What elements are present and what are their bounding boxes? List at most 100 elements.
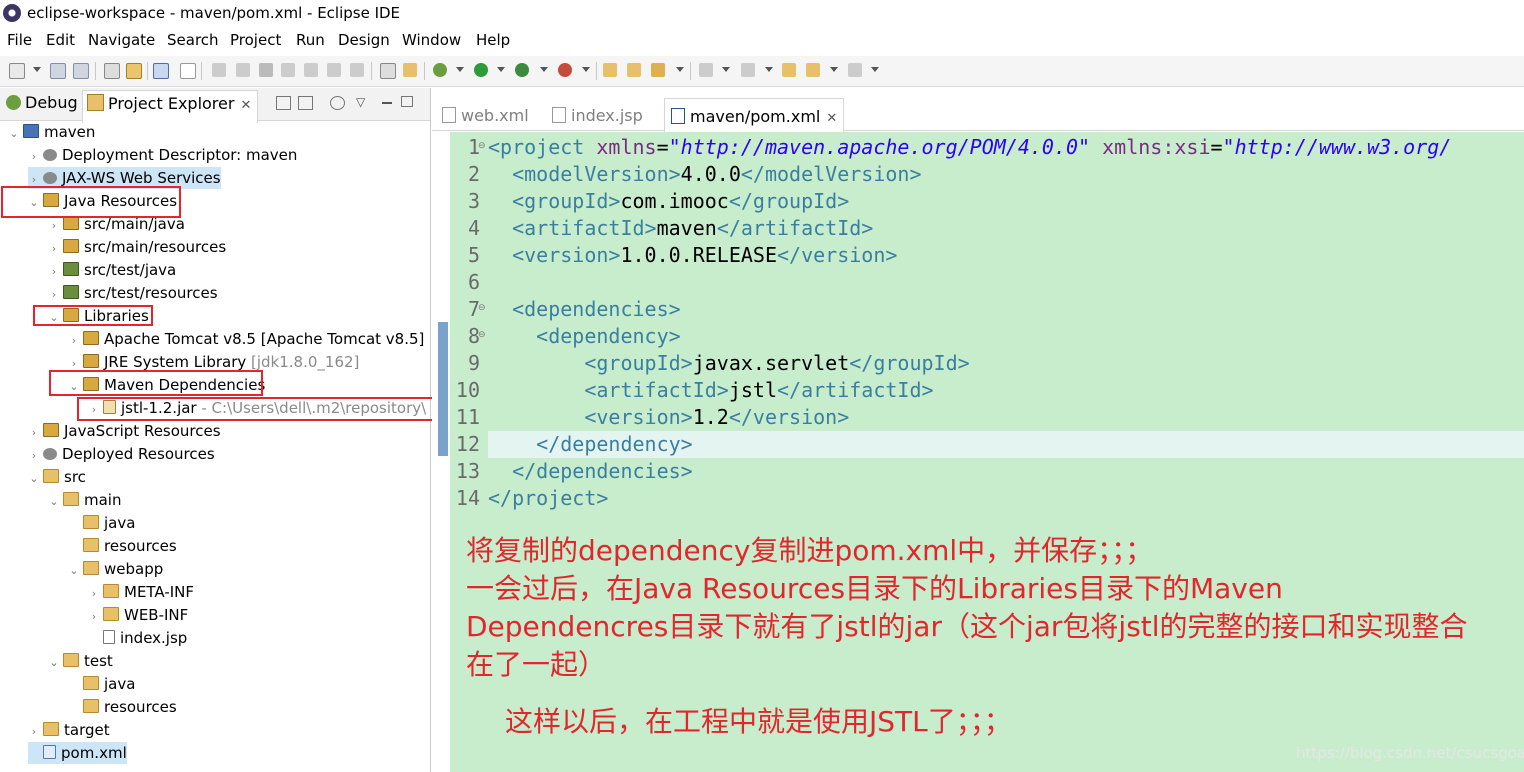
chevron-down-icon[interactable]: ⌄ xyxy=(8,123,20,145)
terminate-icon[interactable] xyxy=(259,63,273,77)
tree-item-src[interactable]: ⌄ src xyxy=(28,466,86,488)
chevron-down-icon[interactable]: ⌄ xyxy=(48,491,60,513)
chevron-right-icon[interactable]: › xyxy=(28,422,40,444)
menu-project[interactable]: Project xyxy=(230,31,281,49)
tree-item-src-main-resources[interactable]: › src/main/resources xyxy=(48,236,226,258)
external-tools-icon[interactable] xyxy=(558,63,572,77)
new-dropdown-icon[interactable] xyxy=(33,67,41,72)
menu-navigate[interactable]: Navigate xyxy=(88,31,155,49)
run-dropdown-icon[interactable] xyxy=(497,67,505,72)
tree-item-target[interactable]: › target xyxy=(28,719,110,741)
tree-item-maven[interactable]: ⌄ maven xyxy=(8,121,95,143)
chevron-right-icon[interactable]: › xyxy=(28,721,40,743)
tab-index-jsp[interactable]: index.jsp xyxy=(552,106,643,125)
new-icon[interactable] xyxy=(9,63,25,79)
collapse-all-icon[interactable] xyxy=(276,96,291,110)
chevron-down-icon[interactable]: ⌄ xyxy=(48,652,60,674)
back-dropdown-icon[interactable] xyxy=(830,67,838,72)
save-icon[interactable] xyxy=(50,63,66,79)
next-annotation-dropdown-icon[interactable] xyxy=(765,67,773,72)
disconnect-icon[interactable] xyxy=(281,63,295,77)
chevron-right-icon[interactable]: › xyxy=(88,606,100,628)
server-icon[interactable] xyxy=(403,63,417,77)
tree-item-test-java[interactable]: java xyxy=(68,673,135,695)
chevron-right-icon[interactable]: › xyxy=(28,445,40,467)
tree-item-tomcat[interactable]: › Apache Tomcat v8.5 [Apache Tomcat v8.5] xyxy=(68,328,425,352)
menu-edit[interactable]: Edit xyxy=(46,31,75,49)
save-all-icon[interactable] xyxy=(73,63,89,79)
menu-search[interactable]: Search xyxy=(167,31,219,49)
annotation-dropdown-icon[interactable] xyxy=(722,67,730,72)
new-folder-icon[interactable] xyxy=(603,63,617,77)
tree-item-main[interactable]: ⌄ main xyxy=(48,489,121,511)
use-step-filters-icon[interactable] xyxy=(380,63,396,79)
last-edit-icon[interactable] xyxy=(782,63,796,77)
skip-breakpoints-icon[interactable] xyxy=(180,63,196,79)
close-icon[interactable]: ✕ xyxy=(826,111,837,126)
coverage-dropdown-icon[interactable] xyxy=(540,67,548,72)
tree-item-deployment-descriptor[interactable]: › Deployment Descriptor: maven xyxy=(28,144,298,168)
chevron-right-icon[interactable]: › xyxy=(88,583,100,605)
chevron-right-icon[interactable]: › xyxy=(48,284,60,306)
tree-item-resources[interactable]: resources xyxy=(68,535,177,557)
resume-icon[interactable] xyxy=(212,63,226,77)
menu-file[interactable]: File xyxy=(7,31,32,49)
tree-item-src-test-java[interactable]: › src/test/java xyxy=(48,259,176,281)
next-annotation-icon[interactable] xyxy=(741,63,755,77)
menu-design[interactable]: Design xyxy=(338,31,390,49)
chevron-right-icon[interactable]: › xyxy=(48,261,60,283)
maximize-icon[interactable] xyxy=(401,96,413,107)
chevron-right-icon[interactable]: › xyxy=(68,330,80,352)
tree-item-webapp[interactable]: ⌄ webapp xyxy=(68,558,163,580)
menu-help[interactable]: Help xyxy=(476,31,510,49)
step-into-icon[interactable] xyxy=(304,63,318,77)
debug-dropdown-icon[interactable] xyxy=(456,67,464,72)
run-icon[interactable] xyxy=(474,63,488,77)
tree-item-test-resources[interactable]: resources xyxy=(68,696,177,718)
fold-icon[interactable]: ⊖ xyxy=(478,303,486,313)
tab-pom-xml[interactable]: maven/pom.xml ✕ xyxy=(664,98,845,134)
console-icon[interactable] xyxy=(153,63,169,79)
debug-icon[interactable] xyxy=(433,63,447,77)
step-return-icon[interactable] xyxy=(350,63,364,77)
chevron-right-icon[interactable]: › xyxy=(48,238,60,260)
chevron-down-icon[interactable]: ⌄ xyxy=(28,468,40,490)
tree-item-test[interactable]: ⌄ test xyxy=(48,650,112,674)
tab-debug[interactable]: Debug xyxy=(6,93,78,112)
tree-item-src-test-resources[interactable]: › src/test/resources xyxy=(48,282,218,304)
chevron-right-icon[interactable]: › xyxy=(48,215,60,237)
open-resource-icon[interactable] xyxy=(126,63,142,79)
suspend-icon[interactable] xyxy=(236,63,250,77)
tab-web-xml[interactable]: web.xml xyxy=(442,106,529,125)
link-with-editor-icon[interactable] xyxy=(298,96,313,110)
open-folder-icon[interactable] xyxy=(627,63,641,77)
menu-window[interactable]: Window xyxy=(402,31,461,49)
tree-item-pom-xml[interactable]: pom.xml xyxy=(28,742,127,764)
back-icon[interactable] xyxy=(806,63,820,77)
minimize-icon[interactable] xyxy=(382,102,392,104)
tree-item-java[interactable]: java xyxy=(68,512,135,534)
external-tools-dropdown-icon[interactable] xyxy=(582,67,590,72)
chevron-right-icon[interactable]: › xyxy=(28,146,40,168)
tree-item-javascript-resources[interactable]: › JavaScript Resources xyxy=(28,420,221,442)
filter-icon[interactable] xyxy=(330,96,345,110)
tree-item-meta-inf[interactable]: › META-INF xyxy=(88,581,194,603)
wand-icon[interactable] xyxy=(651,63,665,77)
close-icon[interactable]: ✕ xyxy=(240,98,251,113)
tree-item-index-jsp[interactable]: index.jsp xyxy=(88,627,187,649)
tree-item-deployed-resources[interactable]: › Deployed Resources xyxy=(28,443,215,465)
fold-icon[interactable]: ⊖ xyxy=(478,330,486,340)
menu-run[interactable]: Run xyxy=(296,31,325,49)
tab-project-explorer[interactable]: Project Explorer ✕ xyxy=(82,90,259,123)
view-menu-icon[interactable]: ▽ xyxy=(356,95,365,109)
forward-dropdown-icon[interactable] xyxy=(871,67,879,72)
coverage-icon[interactable] xyxy=(515,63,529,77)
open-type-icon[interactable] xyxy=(104,63,120,79)
wand-dropdown-icon[interactable] xyxy=(676,67,684,72)
fold-icon[interactable]: ⊖ xyxy=(478,141,486,151)
annotation-icon[interactable] xyxy=(699,63,713,77)
tree-item-web-inf[interactable]: › WEB-INF xyxy=(88,604,189,628)
step-over-icon[interactable] xyxy=(327,63,341,77)
chevron-down-icon[interactable]: ⌄ xyxy=(68,560,80,582)
forward-icon[interactable] xyxy=(848,63,862,77)
